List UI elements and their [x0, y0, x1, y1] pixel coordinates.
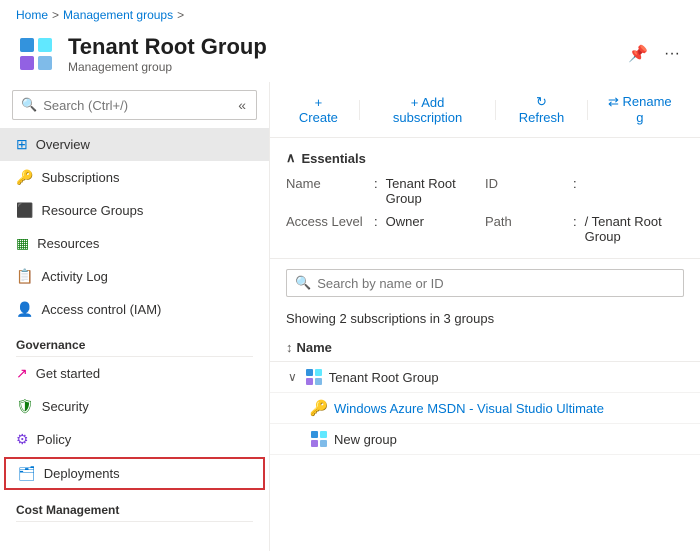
new-group-icon	[310, 430, 328, 448]
sidebar-label-policy: Policy	[37, 432, 72, 447]
breadcrumb-sep1: >	[52, 8, 59, 22]
add-subscription-button[interactable]: + Add subscription	[368, 91, 488, 129]
breadcrumb-management-groups[interactable]: Management groups	[63, 8, 173, 22]
subscriptions-icon: 🔑	[16, 169, 33, 186]
governance-section-header: Governance	[0, 326, 269, 356]
deployments-icon: 🗂	[18, 465, 36, 482]
sidebar-item-subscriptions[interactable]: 🔑 Subscriptions	[0, 161, 269, 194]
essentials-name-row: Name : Tenant Root Group	[286, 174, 485, 208]
sidebar-search-input[interactable]	[43, 98, 230, 113]
expand-root-button[interactable]: ∨	[286, 368, 299, 386]
more-button[interactable]: ···	[660, 41, 684, 67]
essentials-id-sep: :	[573, 176, 577, 206]
page-header: Tenant Root Group Management group 📌 ···	[0, 30, 700, 82]
sidebar-label-deployments: Deployments	[44, 466, 120, 481]
sidebar-item-access-control[interactable]: 👤 Access control (IAM)	[0, 293, 269, 326]
sidebar-item-get-started[interactable]: ↗ Get started	[0, 357, 269, 390]
sidebar-label-resource-groups: Resource Groups	[41, 203, 143, 218]
policy-icon: ⚙	[16, 431, 29, 448]
toolbar-divider-3	[587, 100, 588, 120]
essentials-access-sep: :	[374, 214, 378, 244]
subscription-icon: 🔑	[310, 399, 328, 417]
sidebar-label-get-started: Get started	[36, 366, 100, 381]
essentials-label: Essentials	[302, 151, 366, 166]
essentials-id-label: ID	[485, 176, 565, 206]
toolbar-divider-2	[495, 100, 496, 120]
content-search-container: 🔍	[286, 269, 684, 297]
tree-item-root-group[interactable]: ∨ Tenant Root Group	[270, 362, 700, 393]
breadcrumb-home[interactable]: Home	[16, 8, 48, 22]
sidebar-collapse-button[interactable]: «	[236, 95, 248, 115]
page-title: Tenant Root Group	[68, 34, 612, 60]
essentials-name-label: Name	[286, 176, 366, 206]
sidebar-item-policy[interactable]: ⚙ Policy	[0, 423, 269, 456]
essentials-name-value: Tenant Root Group	[386, 176, 485, 206]
page-subtitle: Management group	[68, 60, 612, 74]
sidebar-label-subscriptions: Subscriptions	[41, 170, 119, 185]
toolbar-divider-1	[359, 100, 360, 120]
cost-management-section-header: Cost Management	[0, 491, 269, 521]
tree-item-new-group[interactable]: New group	[270, 424, 700, 455]
essentials-path-sep: :	[573, 214, 577, 244]
rename-button[interactable]: ⇄ Rename g	[596, 90, 684, 129]
sidebar-label-access-control: Access control (IAM)	[41, 302, 161, 317]
sidebar-search-container: 🔍 «	[12, 90, 257, 120]
sidebar-item-deployments[interactable]: 🗂 Deployments	[4, 457, 265, 490]
content-search-icon: 🔍	[295, 275, 311, 291]
essentials-name-sep: :	[374, 176, 378, 206]
sidebar-item-resource-groups[interactable]: ⬛ Resource Groups	[0, 194, 269, 227]
pin-button[interactable]: 📌	[624, 40, 652, 68]
overview-icon: ⊞	[16, 136, 28, 153]
essentials-path-row: Path : / Tenant Root Group	[485, 212, 684, 246]
essentials-access-value: Owner	[386, 214, 424, 244]
essentials-section: ∧ Essentials Name : Tenant Root Group ID…	[270, 138, 700, 259]
sidebar-label-activity-log: Activity Log	[41, 269, 107, 284]
breadcrumb: Home > Management groups >	[0, 0, 700, 30]
name-column-header[interactable]: ↕ Name	[270, 334, 700, 362]
new-group-name: New group	[334, 432, 397, 447]
subscription-link[interactable]: Windows Azure MSDN - Visual Studio Ultim…	[334, 401, 604, 416]
name-column-label: Name	[297, 340, 332, 355]
essentials-chevron-icon: ∧	[286, 150, 296, 166]
toolbar: + Create + Add subscription ↻ Refresh ⇄ …	[270, 82, 700, 138]
essentials-id-row: ID :	[485, 174, 684, 208]
essentials-access-row: Access Level : Owner	[286, 212, 485, 246]
resource-groups-icon: ⬛	[16, 202, 33, 219]
essentials-header[interactable]: ∧ Essentials	[286, 150, 684, 166]
root-group-name: Tenant Root Group	[329, 370, 439, 385]
essentials-path-label: Path	[485, 214, 565, 244]
page-header-icon	[16, 34, 56, 74]
get-started-icon: ↗	[16, 365, 28, 382]
root-group-icon	[305, 368, 323, 386]
header-actions: 📌 ···	[624, 40, 684, 68]
activity-log-icon: 📋	[16, 268, 33, 285]
main-layout: 🔍 « ⊞ Overview 🔑 Subscriptions ⬛ Resourc…	[0, 82, 700, 551]
sort-icon: ↕	[286, 340, 293, 355]
sidebar-label-overview: Overview	[36, 137, 90, 152]
breadcrumb-sep2: >	[177, 8, 184, 22]
sidebar-item-security[interactable]: 🛡 Security	[0, 390, 269, 423]
security-icon: 🛡	[16, 398, 34, 415]
access-control-icon: 👤	[16, 301, 33, 318]
sidebar-label-resources: Resources	[37, 236, 99, 251]
sidebar-label-security: Security	[42, 399, 89, 414]
header-title-group: Tenant Root Group Management group	[68, 34, 612, 74]
content-search-input[interactable]	[317, 276, 675, 291]
sidebar: 🔍 « ⊞ Overview 🔑 Subscriptions ⬛ Resourc…	[0, 82, 270, 551]
sidebar-item-resources[interactable]: ▦ Resources	[0, 227, 269, 260]
content-area: + Create + Add subscription ↻ Refresh ⇄ …	[270, 82, 700, 551]
search-icon: 🔍	[21, 97, 37, 113]
essentials-grid: Name : Tenant Root Group ID : Access Lev…	[286, 174, 684, 246]
showing-text: Showing 2 subscriptions in 3 groups	[270, 307, 700, 334]
essentials-path-value: / Tenant Root Group	[585, 214, 684, 244]
resources-icon: ▦	[16, 235, 29, 252]
sidebar-item-activity-log[interactable]: 📋 Activity Log	[0, 260, 269, 293]
sidebar-item-overview[interactable]: ⊞ Overview	[0, 128, 269, 161]
create-button[interactable]: + Create	[286, 91, 351, 129]
essentials-access-label: Access Level	[286, 214, 366, 244]
tree-item-subscription[interactable]: 🔑 Windows Azure MSDN - Visual Studio Ult…	[270, 393, 700, 424]
refresh-button[interactable]: ↻ Refresh	[504, 90, 578, 129]
